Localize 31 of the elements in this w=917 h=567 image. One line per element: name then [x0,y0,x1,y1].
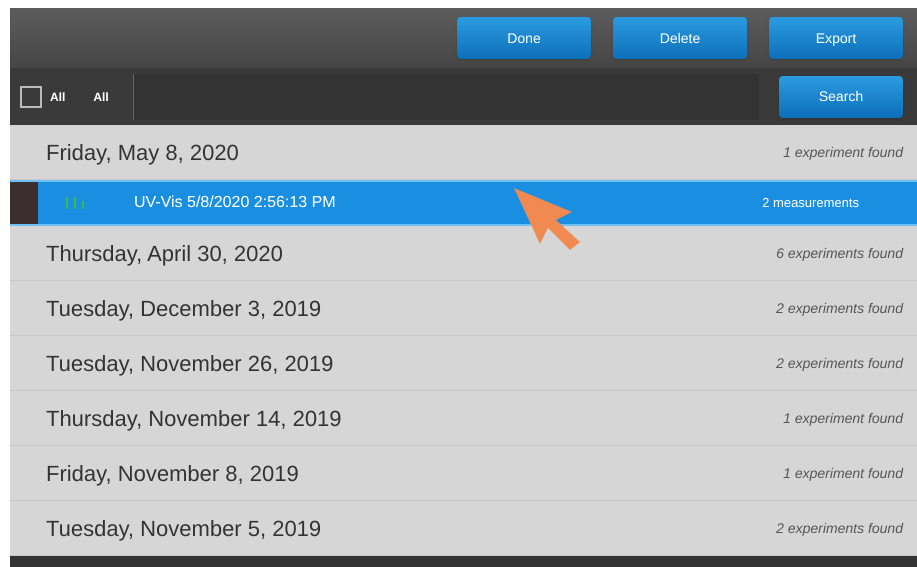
date-group-row[interactable]: Tuesday, November 26, 2019 2 experiments found [10,336,917,391]
search-field[interactable] [132,74,759,120]
experiment-count: 1 experiment found [783,142,903,162]
experiment-title: UV-Vis 5/8/2020 2:56:13 PM [134,193,337,213]
experiment-count: 2 experiments found [776,298,903,318]
toolbar-button[interactable]: Export [769,17,903,60]
date-group-row[interactable]: Thursday, November 14, 2019 1 experiment found [10,391,917,446]
select-all-checkbox[interactable] [20,86,42,108]
date-heading: Thursday, November 14, 2019 [46,404,342,433]
date-group-row[interactable]: Friday, November 8, 2019 1 experiment found [10,446,917,501]
date-heading: Tuesday, December 3, 2019 [46,294,322,323]
experiment-count: 2 experiments found [776,354,903,373]
date-heading: Thursday, April 30, 2020 [46,240,283,268]
experiment-count: 2 experiments found [776,518,903,538]
search-button[interactable]: Search [779,76,903,118]
toolbar-button[interactable]: Done [457,17,591,60]
chart-icon [66,197,84,209]
experiment-count: 6 experiments found [776,244,903,263]
scope-label[interactable]: All [93,88,109,106]
checkbox-label: All [50,88,66,106]
toolbar-button[interactable]: Delete [613,17,747,60]
experiment-count: 1 experiment found [783,408,903,428]
measurement-count: 2 measurements [762,194,859,212]
experiment-row[interactable]: UV-Vis 5/8/2020 2:56:13 PM 2 measurements [10,180,917,226]
date-heading: Tuesday, November 5, 2019 [46,514,322,543]
date-heading: Friday, May 8, 2020 [46,138,239,167]
date-group-row[interactable]: Tuesday, December 3, 2019 2 experiments found [10,281,917,336]
pointer-arrow-icon [512,186,582,252]
date-heading: Tuesday, November 26, 2019 [46,350,334,378]
experiment-count: 1 experiment found [783,464,903,483]
date-heading: Friday, November 8, 2019 [46,460,299,488]
